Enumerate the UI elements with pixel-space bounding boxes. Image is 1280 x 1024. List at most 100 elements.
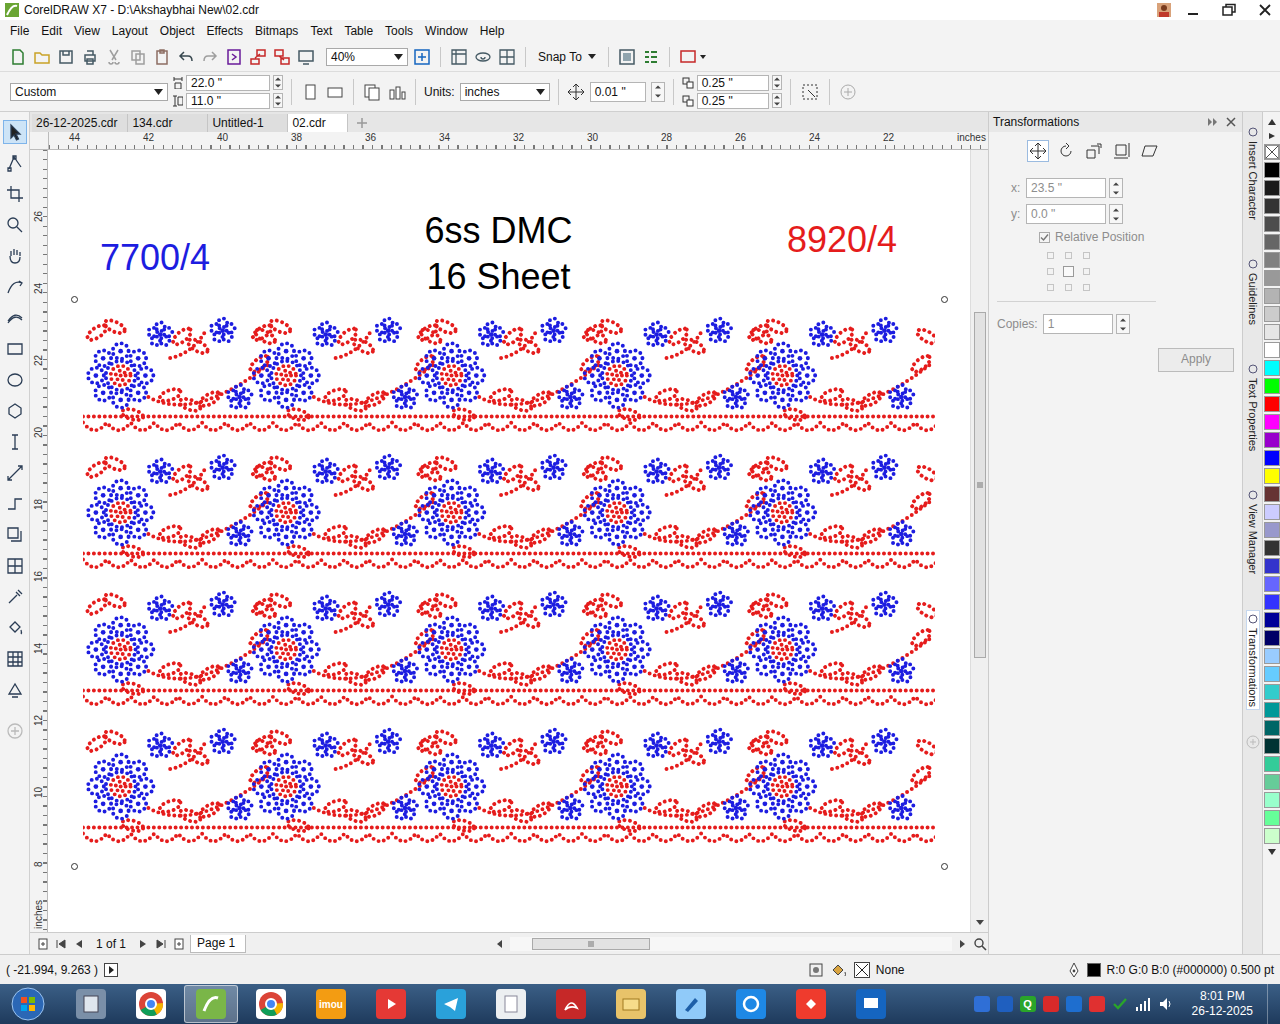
first-page-icon[interactable] — [54, 937, 68, 951]
color-swatch[interactable] — [1264, 792, 1280, 808]
color-swatch[interactable] — [1264, 234, 1280, 250]
taskbar-app[interactable] — [664, 985, 718, 1023]
start-button[interactable] — [8, 984, 48, 1024]
horizontal-scrollbar[interactable] — [510, 937, 952, 951]
selection-handle[interactable] — [71, 296, 78, 303]
network-icon[interactable] — [1135, 996, 1151, 1012]
color-swatch[interactable] — [1264, 702, 1280, 718]
toolbar-icon[interactable] — [152, 47, 172, 67]
tool-button[interactable] — [3, 678, 27, 702]
stone-code-label[interactable]: 7700/4 — [100, 238, 210, 278]
taskbar-app[interactable] — [544, 985, 598, 1023]
anchor-point[interactable] — [1047, 252, 1054, 259]
insert-page-after-icon[interactable] — [172, 937, 186, 951]
tool-button[interactable] — [3, 213, 27, 237]
application-launcher-icon[interactable] — [641, 47, 661, 67]
transform-mode-button[interactable] — [1083, 140, 1105, 162]
check-tray-icon[interactable] — [1112, 996, 1128, 1012]
color-swatch[interactable] — [1264, 450, 1280, 466]
spin-buttons[interactable] — [1109, 178, 1123, 198]
transform-mode-button[interactable] — [1139, 140, 1161, 162]
scroll-left-icon[interactable] — [494, 937, 506, 951]
color-swatch[interactable] — [1264, 432, 1280, 448]
taskbar-app[interactable] — [244, 985, 298, 1023]
duplicate-x-field[interactable]: 0.25 " — [697, 75, 769, 91]
document-tab[interactable]: 134.cdr — [128, 114, 208, 132]
color-swatch[interactable] — [1264, 252, 1280, 268]
tool-button[interactable] — [3, 182, 27, 206]
collapse-icon[interactable] — [1206, 116, 1220, 128]
play-icon[interactable] — [104, 963, 118, 977]
tool-button[interactable] — [3, 306, 27, 330]
taskbar-app[interactable] — [364, 985, 418, 1023]
pattern-row[interactable] — [83, 726, 935, 851]
toolbar-icon[interactable] — [104, 47, 124, 67]
toolbar-icon[interactable] — [56, 47, 76, 67]
snap-to-dropdown[interactable]: Snap To — [534, 50, 600, 64]
menu-item[interactable]: Bitmaps — [249, 22, 304, 40]
spin-buttons[interactable] — [1109, 204, 1123, 224]
taskbar-app[interactable] — [484, 985, 538, 1023]
tool-button[interactable] — [3, 275, 27, 299]
color-swatch[interactable] — [1264, 504, 1280, 520]
color-swatch[interactable] — [1264, 594, 1280, 610]
view-toggle-icon[interactable] — [449, 47, 469, 67]
color-swatch[interactable] — [1264, 414, 1280, 430]
tray-icon[interactable] — [974, 996, 990, 1012]
palette-flyout-icon[interactable] — [1267, 132, 1277, 140]
tray-icon[interactable] — [1066, 996, 1082, 1012]
color-swatch[interactable] — [1264, 324, 1280, 340]
show-desktop-button[interactable] — [1267, 984, 1280, 1024]
color-swatch[interactable] — [1264, 198, 1280, 214]
color-swatch[interactable] — [1264, 522, 1280, 538]
tool-button[interactable] — [3, 719, 27, 743]
current-page-icon[interactable] — [387, 82, 407, 102]
anchor-point[interactable] — [1065, 252, 1072, 259]
docker-tab[interactable]: Transformations — [1246, 610, 1260, 710]
tool-button[interactable] — [3, 368, 27, 392]
spin-buttons[interactable] — [1116, 314, 1130, 334]
tool-button[interactable] — [3, 399, 27, 423]
fullscreen-icon[interactable] — [412, 47, 432, 67]
transform-mode-button[interactable] — [1055, 140, 1077, 162]
color-swatch[interactable] — [1264, 810, 1280, 826]
spin-buttons[interactable] — [772, 93, 782, 108]
design-title[interactable]: 6ss DMC16 Sheet — [424, 208, 572, 300]
taskbar-app[interactable] — [604, 985, 658, 1023]
close-icon[interactable] — [1250, 2, 1280, 18]
docker-tab[interactable]: Guidelines — [1247, 256, 1259, 327]
rhinestone-pattern[interactable] — [48, 300, 970, 851]
minimize-icon[interactable] — [1178, 2, 1208, 18]
welcome-screen-icon[interactable] — [678, 47, 708, 67]
scroll-thumb[interactable] — [532, 938, 650, 950]
color-swatch[interactable] — [1264, 162, 1280, 178]
page-width-field[interactable]: 22.0 " — [186, 75, 270, 91]
menu-item[interactable]: Window — [419, 22, 474, 40]
menu-item[interactable]: Effects — [201, 22, 249, 40]
tool-button[interactable] — [3, 523, 27, 547]
toolbar-icon[interactable] — [32, 47, 52, 67]
color-swatch[interactable] — [1264, 756, 1280, 772]
anchor-point[interactable] — [1083, 284, 1090, 291]
tool-button[interactable] — [3, 244, 27, 268]
tool-button[interactable] — [3, 554, 27, 578]
restore-icon[interactable] — [1214, 2, 1244, 18]
tool-button[interactable] — [3, 647, 27, 671]
menu-item[interactable]: Edit — [35, 22, 68, 40]
menu-item[interactable]: Object — [154, 22, 201, 40]
docker-tab[interactable]: Text Properties — [1247, 361, 1259, 453]
docker-tab[interactable]: View Manager — [1247, 487, 1259, 576]
pattern-row[interactable] — [83, 315, 935, 440]
tool-button[interactable] — [3, 120, 27, 144]
color-proof-icon[interactable] — [808, 962, 824, 978]
taskbar-app[interactable] — [424, 985, 478, 1023]
checkbox[interactable] — [1039, 232, 1050, 243]
color-swatch[interactable] — [1264, 684, 1280, 700]
user-icon[interactable] — [1156, 2, 1172, 18]
outline-pen-icon[interactable] — [1067, 962, 1081, 978]
tool-button[interactable] — [3, 430, 27, 454]
canvas[interactable]: 7700/46ss DMC16 Sheet8920/4 — [48, 150, 970, 932]
clock[interactable]: 8:01 PM26-12-2025 — [1180, 989, 1261, 1019]
menu-item[interactable]: Tools — [379, 22, 419, 40]
no-color-swatch[interactable] — [1264, 144, 1280, 160]
